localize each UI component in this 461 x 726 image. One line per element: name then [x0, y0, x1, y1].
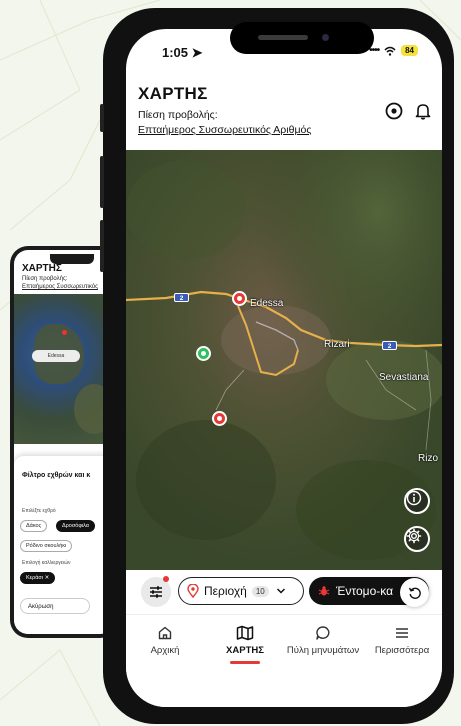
trap-pin-red-edessa[interactable] [232, 291, 247, 306]
location-pin-icon [187, 584, 199, 598]
bottom-navigation: Αρχική ΧΑΡΤΗΣ Πύλη μηνυμάτων Περισσότερα [126, 614, 442, 707]
nav-label-messages: Πύλη μηνυμάτων [286, 645, 360, 656]
pressure-link[interactable]: Επταήμερος Συσσωρευτικός Αριθμός [138, 124, 311, 136]
insect-filter-label: Έντομο-κα [336, 584, 394, 598]
info-icon [406, 490, 422, 506]
sliders-icon [150, 586, 162, 598]
nav-label-map: ΧΑΡΤΗΣ [226, 645, 264, 656]
map-label-rizari: Rizari [324, 339, 350, 350]
status-icons: •••• 84 [369, 45, 418, 56]
nav-label-home: Αρχική [150, 645, 180, 656]
home-icon [158, 626, 172, 640]
region-filter-chip[interactable]: Περιοχή 10 [178, 577, 304, 605]
nav-item-map[interactable]: ΧΑΡΤΗΣ [205, 625, 285, 664]
satellite-map[interactable]: Edessa Rizari Sevastiana Rizo 2 2 [126, 150, 442, 570]
menu-icon [396, 628, 408, 638]
bug-icon [318, 586, 330, 596]
dynamic-island [230, 22, 374, 54]
trap-pin-green[interactable] [196, 346, 211, 361]
pressure-label: Πίεση προβολής: [138, 109, 218, 121]
phone-screen: 1:05 ➤ •••• 84 ΧΑΡΤΗΣ Πίεση προβολής: Επ… [126, 29, 442, 707]
secondary-map-pill[interactable]: Edessa [32, 350, 80, 362]
chevron-down-icon [276, 588, 285, 594]
secondary-pressure-link[interactable]: Επταήμερος Συσσωρευτικός [22, 284, 98, 290]
nav-label-more: Περισσότερα [374, 645, 430, 656]
chip-kerasi[interactable]: Κεράσι ✕ [20, 572, 56, 584]
select-enemy-label: Επιλέξτε εχθρό [22, 508, 56, 514]
battery-indicator: 84 [401, 45, 418, 56]
map-settings-button[interactable] [404, 526, 430, 552]
chip-drosofila[interactable]: Δροσόφιλα [56, 520, 95, 532]
secondary-phone-mockup: ΧΑΡΤΗΣ Πίεση προβολής: Επταήμερος Συσσωρ… [10, 246, 118, 638]
filters-active-dot [163, 576, 169, 582]
phone-volume-down [100, 220, 104, 272]
page-title: ΧΑΡΤΗΣ [138, 84, 208, 103]
nav-item-messages[interactable]: Πύλη μηνυμάτων [283, 625, 363, 657]
nav-active-indicator [230, 661, 260, 664]
message-icon [316, 626, 330, 640]
region-count-badge: 10 [251, 585, 269, 597]
secondary-map[interactable]: Edessa [14, 294, 114, 444]
map-label-sevastiana: Sevastiana [379, 372, 429, 383]
enemy-filter-title: Φίλτρο εχθρών και κ [22, 472, 91, 479]
region-filter-label: Περιοχή [204, 584, 247, 598]
road-number-2-west: 2 [174, 293, 189, 302]
crop-select-label: Επιλογή καλλιεργειών [22, 560, 71, 566]
reset-icon [408, 587, 421, 599]
map-label-edessa: Edessa [250, 298, 284, 309]
gear-icon [406, 528, 422, 544]
chip-dakos[interactable]: Δάκος [20, 520, 48, 532]
map-label-rizo: Rizo [418, 453, 439, 464]
secondary-map-pin[interactable] [62, 330, 67, 335]
status-time: 1:05 ➤ [162, 45, 203, 60]
notification-bell-icon[interactable] [413, 101, 433, 121]
location-target-icon[interactable] [384, 101, 404, 121]
secondary-pressure-label: Πίεση προβολής: [22, 276, 68, 282]
secondary-page-title: ΧΑΡΤΗΣ [22, 263, 62, 274]
wifi-icon [384, 46, 396, 56]
map-info-button[interactable] [404, 488, 430, 514]
phone-side-button [100, 104, 104, 132]
reset-filters-button[interactable] [400, 578, 429, 607]
enemy-filter-sheet: Φίλτρο εχθρών και κ Επιλέξτε εχθρό Δάκος… [14, 456, 114, 634]
cancel-button-label: Ακύρωση [28, 604, 54, 610]
road-number-2-east: 2 [382, 341, 397, 350]
chip-rodino-skouliki[interactable]: Ρόδινο σκουλήκι [20, 540, 73, 552]
map-terrain [126, 150, 442, 570]
nav-item-more[interactable]: Περισσότερα [362, 625, 442, 657]
secondary-phone-screen: ΧΑΡΤΗΣ Πίεση προβολής: Επταήμερος Συσσωρ… [14, 250, 114, 634]
nav-item-home[interactable]: Αρχική [126, 625, 205, 657]
trap-pin-red-south[interactable] [212, 411, 227, 426]
phone-volume-up [100, 156, 104, 208]
map-icon [236, 625, 254, 641]
filter-bar: Περιοχή 10 Έντομο-κα [126, 570, 442, 614]
